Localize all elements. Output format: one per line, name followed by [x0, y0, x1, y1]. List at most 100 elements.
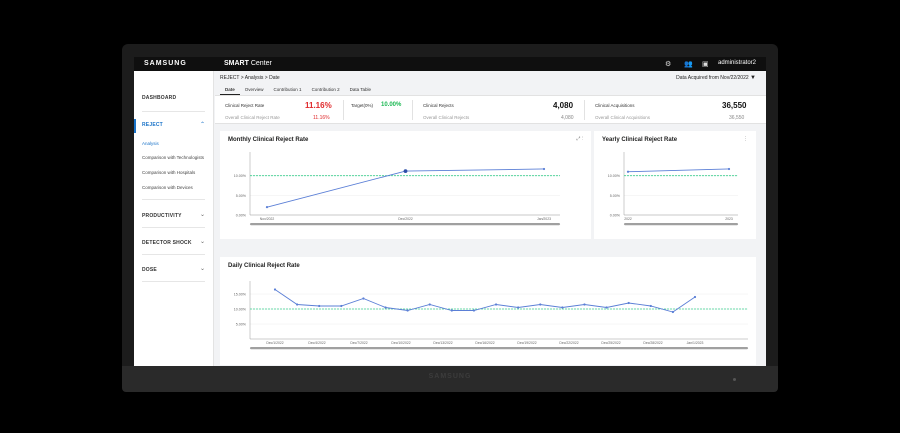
sidebar-item-detector-shock[interactable]: DETECTOR SHOCK: [142, 240, 192, 246]
data-point: [273, 288, 277, 291]
kpi-value: 10.00%: [381, 102, 402, 108]
kpi-subvalue: 11.16%: [313, 115, 330, 121]
x-tick-label: Dec/13/2022: [433, 341, 452, 345]
breadcrumb: REJECT > Analysis > Date: [220, 75, 280, 81]
x-tick-label: Dec/7/2022: [350, 341, 367, 345]
main-content: REJECT > Analysis > Date Data Acquired f…: [215, 71, 766, 370]
series-line: [627, 168, 730, 173]
data-point: [340, 304, 343, 308]
x-tick-label: Dec/19/2022: [517, 341, 536, 345]
kpi-value: 4,080: [553, 101, 574, 110]
sidebar-subitem-analysis[interactable]: Analysis: [142, 141, 159, 146]
sidebar-subitem-devices[interactable]: Comparison with Devices: [142, 185, 193, 190]
sidebar-item-dashboard[interactable]: DASHBOARD: [142, 95, 176, 101]
scrollbar-track: [624, 223, 738, 226]
tab-contribution-1[interactable]: Contribution 1: [269, 84, 307, 95]
gear-icon[interactable]: ⚙: [665, 60, 671, 68]
data-point: [428, 303, 431, 306]
data-point: [265, 206, 269, 209]
x-tick-label: Dec/16/2022: [475, 341, 494, 345]
filter-icon[interactable]: ▼: [750, 75, 756, 81]
data-point: [671, 310, 674, 314]
power-led: [733, 378, 736, 381]
data-point: [450, 309, 453, 312]
yearly-chart-panel: Yearly Clinical Reject Rate ⋮ 10.00% 5.00…: [594, 131, 756, 239]
data-point: [605, 306, 608, 309]
sidebar-subitem-hospitals[interactable]: Comparison with Hospitals: [142, 170, 195, 175]
app-screen: SAMSUNG SMART Center ⚙ 👥 ▣ administrator…: [134, 57, 766, 370]
data-point: [561, 306, 564, 309]
data-point: [403, 169, 408, 174]
divider: [412, 100, 413, 120]
sidebar: DASHBOARD REJECT ⌃ Analysis Comparison w…: [134, 71, 214, 370]
brand-logo: SAMSUNG: [144, 60, 187, 67]
kpi-label: Clinical Rejects: [423, 103, 454, 108]
x-tick-label: Dec/25/2022: [601, 341, 620, 345]
monthly-chart: 10.00% 5.00% 0.00% Nov/2022 Dec/2022 Jan/2023: [234, 152, 560, 226]
kpi-subvalue: 36,550: [729, 115, 745, 121]
chevron-down-icon[interactable]: ⌄: [200, 238, 205, 245]
laptop-bezel: SAMSUNG SMART Center ⚙ 👥 ▣ administrator…: [122, 44, 778, 384]
active-indicator: [134, 119, 136, 133]
top-bar: SAMSUNG SMART Center ⚙ 👥 ▣ administrator…: [134, 57, 766, 71]
chevron-down-icon[interactable]: ⌄: [200, 211, 205, 218]
tab-bar: Date Overview Contribution 1 Contributio…: [220, 84, 376, 95]
y-tick-label: 10.00%: [234, 308, 247, 312]
kpi-label: Target(0%): [351, 103, 374, 108]
x-tick-label: Dec/22/2022: [559, 341, 578, 345]
tab-contribution-2[interactable]: Contribution 2: [307, 84, 345, 95]
data-point: [627, 301, 630, 305]
sidebar-item-reject[interactable]: REJECT: [142, 122, 163, 128]
x-tick-label: 2023: [725, 217, 733, 221]
data-point: [539, 303, 542, 306]
users-icon[interactable]: 👥: [684, 60, 693, 68]
x-tick-label: Nov/2022: [260, 217, 275, 221]
x-tick-label: Jan/2023: [537, 217, 551, 221]
chevron-down-icon[interactable]: ⌄: [200, 265, 205, 272]
y-tick-label: 0.00%: [236, 214, 247, 218]
sidebar-item-productivity[interactable]: PRODUCTIVITY: [142, 213, 182, 219]
data-point: [517, 306, 520, 309]
y-tick-label: 10.00%: [234, 174, 247, 178]
chevron-up-icon[interactable]: ⌃: [200, 121, 205, 128]
tab-overview[interactable]: Overview: [240, 84, 269, 95]
y-tick-label: 5.00%: [236, 194, 247, 198]
kpi-sublabel: Overall Clinical Rejects: [423, 115, 470, 120]
scrollbar-track: [250, 223, 560, 226]
x-tick-label: Dec/10/2022: [391, 341, 410, 345]
y-tick-label: 5.00%: [610, 194, 621, 198]
data-point: [494, 303, 498, 306]
y-tick-label: 0.00%: [610, 214, 621, 218]
divider: [142, 227, 205, 228]
divider: [142, 111, 205, 112]
sidebar-subitem-technologists[interactable]: Comparison with Technologists: [142, 155, 204, 160]
app-title: SMART Center: [224, 60, 272, 67]
y-tick-label: 10.00%: [608, 174, 621, 178]
kpi-label: Clinical Acquisitions: [595, 103, 635, 108]
divider: [142, 254, 205, 255]
tab-data-table[interactable]: Data Table: [345, 84, 376, 95]
monthly-chart-panel: Monthly Clinical Reject Rate ⤢ ⋮ 10.00% 5…: [220, 131, 591, 239]
data-point: [727, 167, 731, 171]
series-line: [266, 168, 545, 208]
data-acquired-label: Data Acquired from Nov/22/2022 ▼: [676, 75, 756, 81]
scrollbar-track: [250, 347, 748, 350]
x-tick-label: Dec/28/2022: [643, 341, 662, 345]
data-point: [362, 297, 365, 300]
tab-date[interactable]: Date: [220, 84, 240, 95]
user-name[interactable]: administrator2: [718, 60, 756, 66]
kpi-value: 36,550: [722, 101, 747, 110]
daily-chart: 15.00% 10.00% 5.00% Dec/1/2022 Dec/4/2022 Dec…: [234, 281, 748, 350]
data-point: [626, 170, 630, 173]
sidebar-item-dose[interactable]: DOSE: [142, 267, 157, 273]
data-point: [318, 304, 321, 308]
yearly-chart: 10.00% 5.00% 0.00%2022 2023: [608, 152, 738, 226]
calendar-icon[interactable]: ▣: [702, 60, 709, 68]
kpi-value: 11.16%: [305, 101, 332, 110]
x-tick-label: Dec/1/2022: [266, 341, 283, 345]
x-tick-label: Dec/2022: [398, 217, 413, 221]
divider: [343, 100, 344, 120]
kpi-sublabel: Overall Clinical Reject Rate: [225, 115, 280, 120]
divider: [142, 281, 205, 282]
data-point: [296, 303, 299, 306]
